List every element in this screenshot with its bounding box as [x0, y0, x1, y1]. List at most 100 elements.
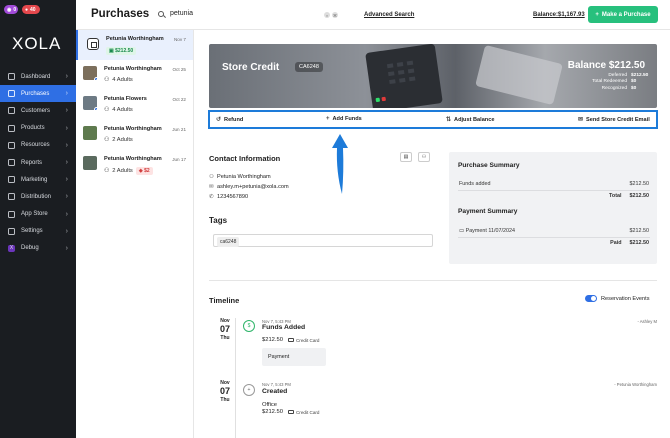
page-title: Purchases — [91, 8, 150, 20]
payment-label-text: Payment 11/07/2024 — [465, 228, 515, 234]
shortcut-icon: ⌘ — [332, 12, 338, 18]
purchase-thumbnail — [83, 66, 97, 80]
contact-name: Petunia Worthingham — [217, 174, 271, 180]
contact-heading: Contact Information — [209, 154, 281, 163]
refund-label: Refund — [224, 116, 244, 123]
purchase-date: Oct 25 — [172, 67, 186, 72]
chart-icon — [8, 159, 15, 167]
search-icon — [158, 10, 164, 17]
divider — [458, 190, 650, 191]
nav-item-marketing[interactable]: Marketing › — [0, 171, 76, 188]
nav-item-customers[interactable]: Customers › — [0, 102, 76, 119]
advanced-search-link[interactable]: Advanced Search — [364, 12, 414, 18]
stack-icon — [8, 141, 15, 149]
search-input[interactable]: petunia — [170, 10, 193, 17]
list-item[interactable]: Petunia Worthingham Jun 17 ⚇ 2 Adults ◈ $2 — [76, 150, 193, 180]
refund-icon: ↺ — [216, 117, 222, 123]
badge-text: $2 — [144, 168, 150, 174]
credit-card-icon: ▭ — [459, 228, 466, 234]
contact-email[interactable]: ashley.m+petunia@xola.com — [217, 184, 289, 190]
gear-icon — [8, 227, 15, 235]
keypad-key — [408, 76, 416, 82]
nav-label: Customers — [21, 107, 51, 114]
total-row: Total $212.50 — [459, 193, 649, 199]
amount-badge: ▣ $212.50 — [106, 47, 137, 55]
green-key — [375, 97, 381, 103]
list-item[interactable]: Petunia Worthingham Jun 21 ⚇ 2 Adults — [76, 120, 193, 150]
megaphone-icon — [8, 176, 15, 184]
list-item[interactable]: Petunia Worthingham Nov 7 ▣ $212.50 — [76, 30, 193, 60]
nav-label: Resources — [21, 142, 50, 149]
nav-label: Debug — [21, 245, 39, 252]
store-icon — [8, 210, 15, 218]
purchase-name: Petunia Worthingham — [104, 156, 162, 162]
adjust-balance-button[interactable]: ⇅ Adjust Balance — [446, 116, 494, 124]
nav-item-distribution[interactable]: Distribution › — [0, 188, 76, 205]
nav-item-reports[interactable]: Reports › — [0, 154, 76, 171]
send-email-button[interactable]: ✉ Send Store Credit Email — [578, 116, 650, 124]
close-icon[interactable]: × — [324, 12, 330, 18]
recognized-row: Recognized $0 — [592, 86, 645, 92]
event-title: Funds Added — [262, 324, 306, 331]
store-credit-title: Store Credit — [222, 62, 280, 73]
store-credit-code: CA6248 — [295, 62, 323, 72]
refund-button[interactable]: ↺ Refund — [216, 116, 244, 124]
status-dot-icon — [94, 77, 97, 80]
xola-logo[interactable]: XOLA — [12, 34, 61, 54]
reservation-events-toggle[interactable] — [585, 295, 597, 302]
list-item[interactable]: Petunia Worthingham Oct 25 ⚇ 4 Adults — [76, 60, 193, 90]
nav-item-settings[interactable]: Settings › — [0, 223, 76, 240]
envelope-icon: ✉ — [578, 117, 584, 123]
event-location: Office — [262, 402, 278, 408]
chevron-right-icon: › — [65, 141, 68, 149]
person-icon: ⚇ — [104, 168, 110, 174]
add-funds-button[interactable]: + Add Funds — [326, 116, 362, 122]
search-box[interactable]: petunia — [158, 10, 193, 17]
person-icon: ⚇ — [104, 77, 110, 83]
sliders-icon: ⇅ — [446, 117, 452, 123]
nav-item-debug[interactable]: X Debug › — [0, 240, 76, 257]
store-credit-actions: ↺ Refund + Add Funds ⇅ Adjust Balance ✉ Send… — [208, 110, 658, 129]
divider — [458, 237, 650, 238]
chevron-right-icon: › — [65, 193, 68, 201]
purple-badge[interactable]: ◉ 0 — [4, 5, 18, 14]
nav-item-dashboard[interactable]: Dashboard › — [0, 68, 76, 85]
phone-icon: ✆ — [209, 194, 214, 200]
nav-label: Distribution — [21, 193, 52, 200]
keypad-key — [407, 68, 415, 74]
nav-item-products[interactable]: Products › — [0, 120, 76, 137]
red-badge[interactable]: ● 40 — [22, 5, 40, 14]
purchase-detail: Store Credit CA6248 Balance $212.50 Defe… — [194, 30, 670, 438]
left-nav: ◉ 0 ● 40 XOLA Dashboard › Purchases › Custom… — [0, 0, 76, 438]
id-card-icon[interactable]: ▤ — [400, 152, 412, 162]
method-text: Credit Card — [295, 409, 320, 415]
keypad-key — [399, 77, 406, 83]
share-icon — [8, 193, 15, 201]
balance-link[interactable]: Balance:$1,167.93 — [533, 12, 585, 18]
nav-label: Products — [21, 125, 45, 132]
tags-input[interactable]: ca6248 — [213, 234, 433, 247]
balance-breakdown: Deferred $212.50 Total Redeemed $0 Recogni… — [592, 73, 648, 92]
purchase-date: Jun 17 — [172, 157, 186, 162]
contact-phone[interactable]: 1234567890 — [217, 194, 248, 200]
purchase-guests: ⚇ 4 Adults — [104, 107, 133, 113]
store-credit-hero: Store Credit CA6248 Balance $212.50 Defe… — [209, 44, 657, 108]
payment-method: Credit Card — [287, 409, 320, 415]
chevron-right-icon: › — [65, 227, 68, 235]
keypad-key — [389, 79, 396, 85]
x-icon: X — [8, 244, 15, 252]
keypad-key — [406, 60, 414, 66]
alert-icon: ● — [25, 6, 29, 13]
nav-item-resources[interactable]: Resources › — [0, 137, 76, 154]
status-dot-icon — [94, 107, 97, 110]
nav-item-app-store[interactable]: App Store › — [0, 206, 76, 223]
nav-item-purchases[interactable]: Purchases › — [0, 85, 76, 103]
user-icon[interactable]: ⚇ — [418, 152, 430, 162]
store-credit-balance: Balance $212.50 — [567, 60, 645, 71]
list-item[interactable]: Petunia Flowers Oct 22 ⚇ 4 Adults — [76, 90, 193, 120]
make-purchase-button[interactable]: + Make a Purchase — [588, 6, 658, 23]
event-author: - Petunia Worthingham — [614, 382, 657, 387]
row-label: Funds added — [459, 181, 491, 187]
tag-chip[interactable]: ca6248 — [217, 237, 240, 247]
payment-terminal-image — [365, 44, 443, 108]
